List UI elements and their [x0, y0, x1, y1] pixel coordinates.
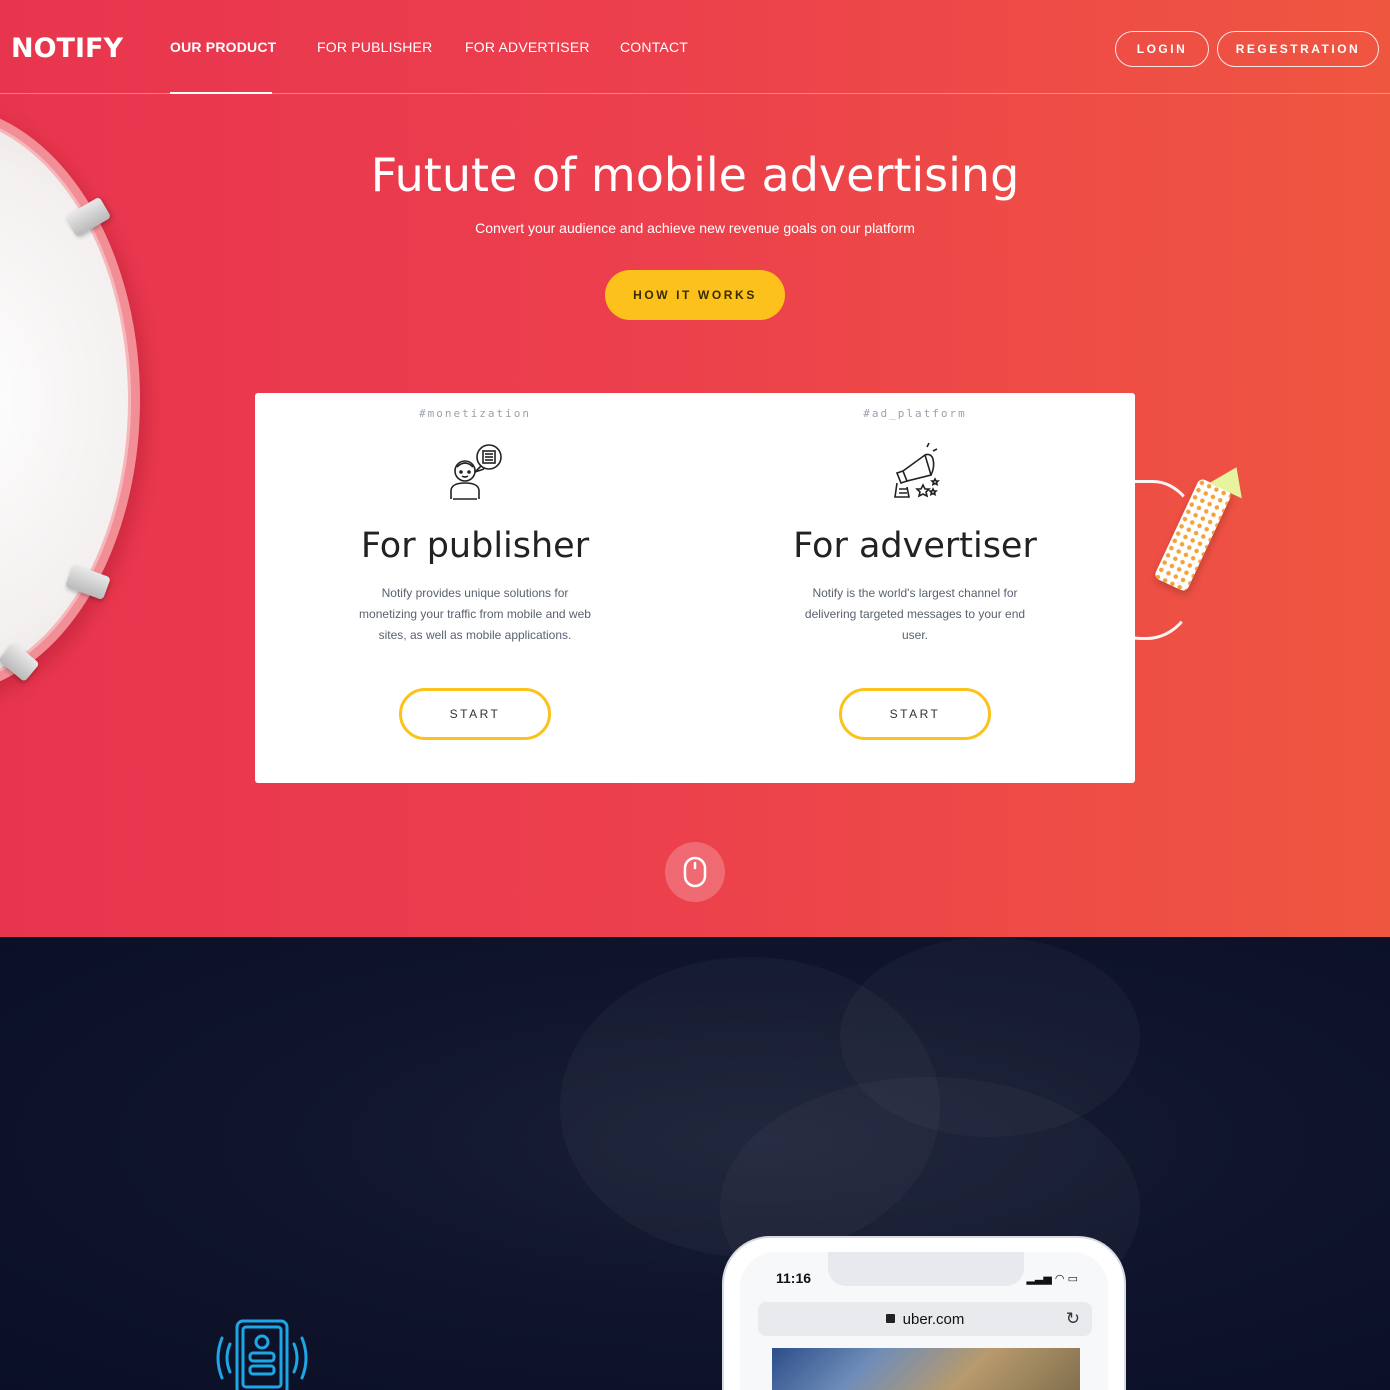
login-button[interactable]: LOGIN	[1115, 31, 1209, 67]
browser-url: uber.com	[902, 1310, 965, 1328]
wifi-icon: ◠	[1054, 1273, 1065, 1285]
product-card: #monetization For publisher Notify provi…	[255, 393, 1135, 783]
registration-button[interactable]: REGESTRATION	[1217, 31, 1379, 67]
features-section	[0, 937, 1390, 1390]
nav-contact[interactable]: CONTACT	[620, 39, 688, 55]
advertiser-tag: #ad_platform	[863, 407, 967, 420]
publisher-start-button[interactable]: START	[399, 688, 551, 740]
vibrating-phone-icon	[216, 1319, 308, 1390]
logo[interactable]: NOTIFY	[11, 33, 123, 64]
advertiser-start-button[interactable]: START	[839, 688, 991, 740]
megaphone-icon	[894, 442, 940, 498]
phone-time: 11:16	[776, 1270, 812, 1286]
advertiser-title: For advertiser	[793, 526, 1037, 566]
phone-mockup: 11:16 ▂▃▅ ◠ ▭ uber.com ↻	[722, 1236, 1126, 1390]
advertiser-description: Notify is the world's largest channel fo…	[804, 586, 1026, 642]
hero-section: NOTIFY OUR PRODUCT FOR PUBLISHER FOR ADV…	[0, 0, 1390, 937]
lock-icon	[885, 1313, 895, 1323]
publisher-description: Notify provides unique solutions for mon…	[359, 586, 591, 642]
phone-screen-image	[772, 1348, 1080, 1390]
nav-for-advertiser[interactable]: FOR ADVERTISER	[465, 39, 590, 55]
hero-subtitle: Convert your audience and achieve new re…	[475, 220, 915, 236]
nav-our-product[interactable]: OUR PRODUCT	[170, 39, 276, 55]
publisher-tag: #monetization	[418, 407, 532, 420]
hero-title: Futute of mobile advertising	[370, 148, 1020, 202]
phone-screen: 11:16 ▂▃▅ ◠ ▭ uber.com ↻	[740, 1252, 1108, 1390]
publisher-person-icon	[450, 444, 502, 500]
active-nav-indicator	[170, 92, 272, 94]
signal-icon: ▂▃▅	[1026, 1273, 1052, 1285]
reload-icon[interactable]: ↻	[1066, 1309, 1080, 1329]
phone-status-icons: ▂▃▅ ◠ ▭	[1026, 1272, 1078, 1285]
smoke-decoration	[840, 937, 1140, 1137]
browser-url-bar[interactable]: uber.com ↻	[758, 1302, 1092, 1336]
phone-notch	[828, 1252, 1024, 1286]
nav-for-publisher[interactable]: FOR PUBLISHER	[317, 39, 432, 55]
top-nav: NOTIFY OUR PRODUCT FOR PUBLISHER FOR ADV…	[0, 0, 1390, 94]
battery-icon: ▭	[1067, 1273, 1078, 1285]
mouse-icon	[683, 856, 707, 888]
advertiser-column: #ad_platform For advertiser Notify is th…	[695, 393, 1135, 783]
publisher-title: For publisher	[360, 526, 590, 566]
publisher-column: #monetization For publisher Notify provi…	[255, 393, 695, 783]
how-it-works-button[interactable]: HOW IT WORKS	[605, 270, 785, 320]
scroll-down-button[interactable]	[665, 842, 725, 902]
